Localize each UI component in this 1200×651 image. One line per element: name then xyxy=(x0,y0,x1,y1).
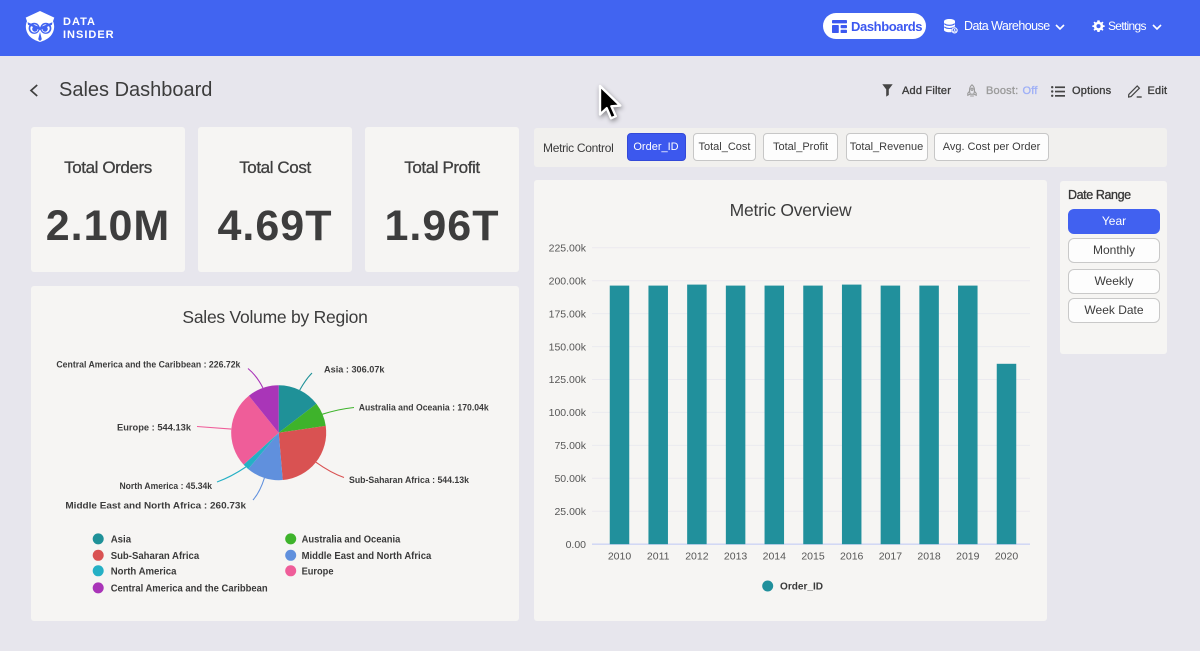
svg-text:North America : 45.34k: North America : 45.34k xyxy=(120,481,213,492)
svg-text:200.00k: 200.00k xyxy=(549,275,587,287)
svg-text:125.00k: 125.00k xyxy=(549,374,587,386)
svg-text:Order_ID: Order_ID xyxy=(780,581,823,593)
svg-text:2020: 2020 xyxy=(995,551,1019,563)
svg-text:25.00k: 25.00k xyxy=(554,506,586,518)
svg-text:Europe: Europe xyxy=(302,566,334,578)
svg-text:Europe : 544.13k: Europe : 544.13k xyxy=(117,423,192,434)
svg-text:2015: 2015 xyxy=(801,551,825,563)
svg-text:2011: 2011 xyxy=(647,551,670,563)
svg-text:Asia : 306.07k: Asia : 306.07k xyxy=(324,365,385,376)
svg-text:2018: 2018 xyxy=(917,551,941,563)
svg-text:Sub-Saharan Africa: Sub-Saharan Africa xyxy=(111,550,200,562)
svg-text:0.00: 0.00 xyxy=(566,539,587,551)
svg-text:Sub-Saharan Africa : 544.13k: Sub-Saharan Africa : 544.13k xyxy=(349,475,470,486)
svg-text:Asia: Asia xyxy=(111,534,132,546)
svg-text:50.00k: 50.00k xyxy=(554,473,586,485)
svg-text:2012: 2012 xyxy=(685,551,709,563)
svg-text:150.00k: 150.00k xyxy=(549,341,587,353)
svg-text:Australia and Oceania : 170.04: Australia and Oceania : 170.04k xyxy=(359,403,490,414)
svg-text:2017: 2017 xyxy=(879,551,903,563)
svg-text:2014: 2014 xyxy=(763,551,787,563)
svg-text:175.00k: 175.00k xyxy=(549,308,587,320)
svg-text:Central America and the Caribb: Central America and the Caribbean xyxy=(111,583,268,595)
svg-text:North America: North America xyxy=(111,566,177,578)
svg-text:100.00k: 100.00k xyxy=(549,407,587,419)
svg-text:Central America and the Caribb: Central America and the Caribbean : 226.… xyxy=(56,359,241,370)
svg-text:2016: 2016 xyxy=(840,551,864,563)
svg-text:2019: 2019 xyxy=(956,551,980,563)
svg-text:Australia and Oceania: Australia and Oceania xyxy=(302,534,401,546)
svg-text:Middle East and North Africa: Middle East and North Africa xyxy=(302,550,432,562)
svg-text:2010: 2010 xyxy=(608,551,632,563)
svg-text:Middle East and North Africa :: Middle East and North Africa : 260.73k xyxy=(65,501,246,512)
svg-text:225.00k: 225.00k xyxy=(549,242,587,254)
svg-text:75.00k: 75.00k xyxy=(554,440,586,452)
svg-text:2013: 2013 xyxy=(724,551,748,563)
